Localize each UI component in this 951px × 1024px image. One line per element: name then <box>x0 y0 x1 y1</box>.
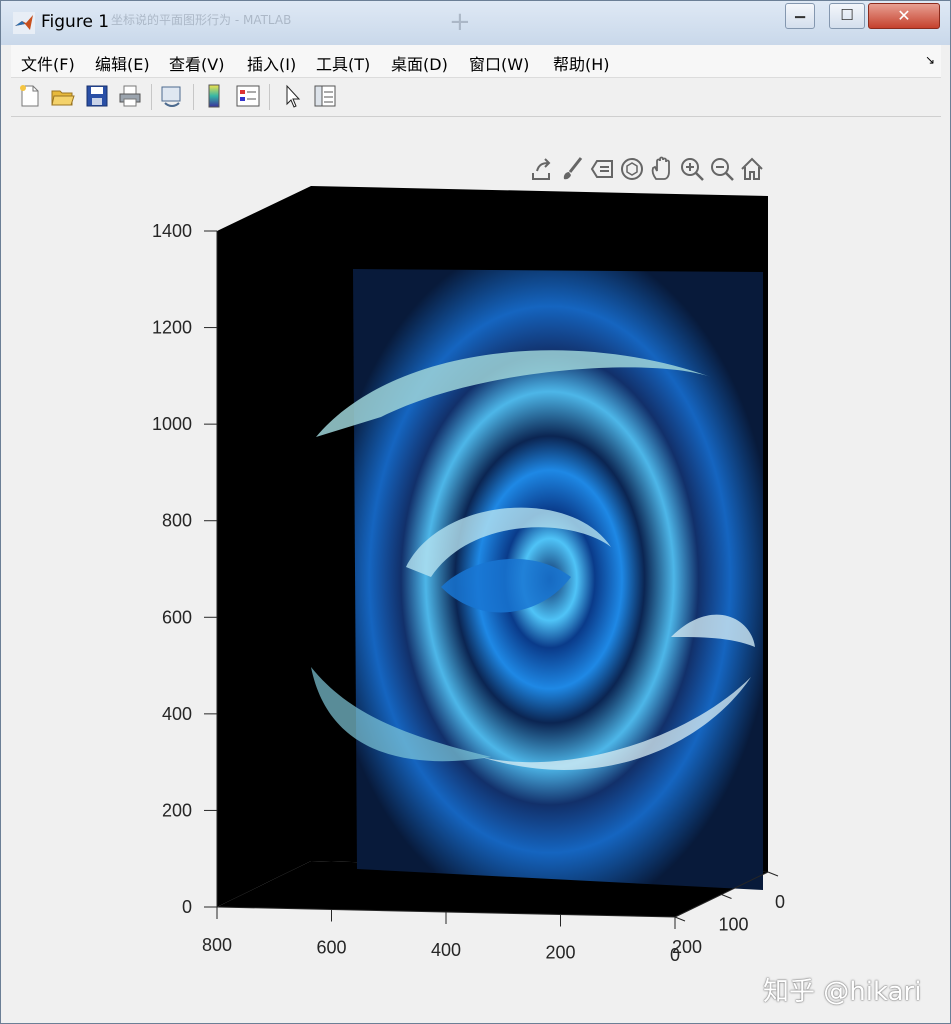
y-tick-mark <box>767 871 779 877</box>
minimize-icon: ▁ <box>795 4 805 19</box>
y-tick-label: 100 <box>718 915 748 935</box>
figure-toolbar <box>11 78 941 117</box>
menu-tools[interactable]: 工具(T) <box>316 51 370 75</box>
z-tick-label: 800 <box>162 511 192 531</box>
y-tick-label: 200 <box>672 937 702 957</box>
z-tick-label: 200 <box>162 800 192 820</box>
insert-colorbar-icon[interactable] <box>201 83 227 109</box>
close-icon: ✕ <box>897 6 911 25</box>
x-tick-label: 200 <box>545 943 575 963</box>
x-tick-label: 800 <box>202 935 232 955</box>
z-tick-label: 1400 <box>152 221 192 241</box>
menu-insert[interactable]: 插入(I) <box>247 51 296 75</box>
minimize-button[interactable]: ▁ <box>785 3 815 29</box>
axes-box-left-face <box>217 186 311 907</box>
z-tick-label: 0 <box>182 897 192 917</box>
menu-view[interactable]: 查看(V) <box>169 51 224 75</box>
menu-help[interactable]: 帮助(H) <box>553 51 610 75</box>
surface-image <box>311 269 763 890</box>
edit-plot-pointer-icon[interactable] <box>279 83 305 109</box>
maximize-button[interactable]: ☐ <box>829 3 865 29</box>
z-tick-label: 1200 <box>152 318 192 338</box>
y-tick-mark <box>674 916 686 922</box>
menu-window[interactable]: 窗口(W) <box>469 51 529 75</box>
watermark: 知乎 @hikari <box>763 977 922 1007</box>
close-button[interactable]: ✕ <box>868 3 940 29</box>
toolbar-separator <box>269 84 270 110</box>
menu-overflow-arrow-icon[interactable]: ↘ <box>925 53 935 67</box>
z-tick-label: 1000 <box>152 414 192 434</box>
link-plot-icon[interactable] <box>159 83 185 109</box>
save-icon[interactable] <box>84 83 110 109</box>
title-bar[interactable]: Figure 1 坐标说的平面图形行为 - MATLAB + ▁ ☐ ✕ <box>1 1 950 45</box>
maximize-icon: ☐ <box>840 6 854 24</box>
property-inspector-icon[interactable] <box>312 83 338 109</box>
new-figure-icon[interactable] <box>17 83 43 109</box>
y-tick-label: 0 <box>775 892 785 912</box>
x-tick-label: 400 <box>431 940 461 960</box>
toolbar-separator <box>151 84 152 110</box>
menu-desktop[interactable]: 桌面(D) <box>391 51 448 75</box>
z-tick-label: 400 <box>162 704 192 724</box>
window-title: Figure 1 <box>41 12 110 32</box>
background-tab-text: 坐标说的平面图形行为 - MATLAB <box>111 13 292 27</box>
background-new-tab: + <box>449 7 471 37</box>
menu-bar: 文件(F) 编辑(E) 查看(V) 插入(I) 工具(T) 桌面(D) 窗口(W… <box>11 45 941 78</box>
insert-legend-icon[interactable] <box>235 83 261 109</box>
menu-edit[interactable]: 编辑(E) <box>95 51 150 75</box>
menu-file[interactable]: 文件(F) <box>21 51 75 75</box>
print-icon[interactable] <box>117 83 143 109</box>
y-tick-mark <box>721 894 732 899</box>
matlab-logo-icon <box>13 12 35 34</box>
open-file-icon[interactable] <box>50 83 76 109</box>
figure-canvas[interactable]: 0 200 400 600 800 1000 1200 1400 800 600 400 200 0 … <box>11 117 941 1017</box>
z-axis-ticks: 0 200 400 600 800 1000 1200 1400 <box>152 221 217 917</box>
z-tick-label: 600 <box>162 607 192 627</box>
surface-plot[interactable]: 0200400600800100012001400 800 600 400 200 0 … <box>11 117 941 1017</box>
x-tick-label: 600 <box>316 938 346 958</box>
figure-window: Figure 1 坐标说的平面图形行为 - MATLAB + ▁ ☐ ✕ 文件(… <box>0 0 951 1024</box>
toolbar-separator <box>193 84 194 110</box>
